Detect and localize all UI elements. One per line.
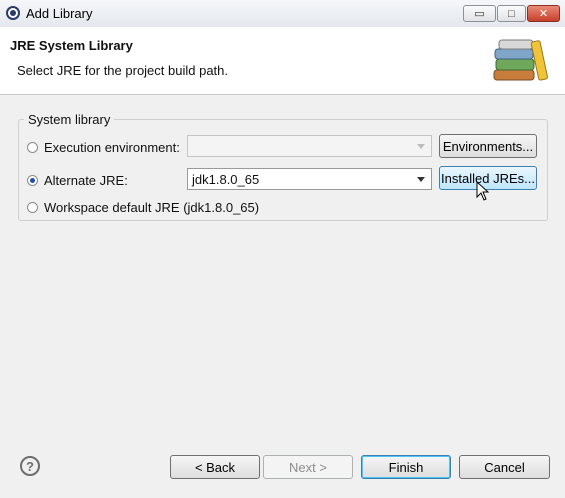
environments-button[interactable]: Environments... (439, 134, 537, 158)
page-title: JRE System Library (10, 38, 133, 53)
workspace-default-jre-radio[interactable] (27, 202, 38, 213)
execution-environment-select[interactable] (187, 135, 432, 157)
eclipse-icon (6, 6, 20, 20)
back-button[interactable]: < Back (170, 455, 260, 479)
workspace-default-jre-option[interactable]: Workspace default JRE (jdk1.8.0_65) (27, 200, 259, 215)
chevron-down-icon (417, 144, 425, 149)
window-title: Add Library (26, 6, 93, 21)
alternate-jre-value: jdk1.8.0_65 (192, 172, 260, 187)
maximize-button[interactable]: □ (497, 5, 526, 22)
close-icon: ✕ (538, 8, 549, 20)
system-library-label: System library (24, 112, 115, 127)
minimize-button[interactable]: ▭ (463, 5, 496, 22)
close-button[interactable]: ✕ (527, 5, 560, 22)
execution-environment-option[interactable]: Execution environment: (27, 140, 180, 155)
cancel-button[interactable]: Cancel (459, 455, 550, 479)
alternate-jre-option[interactable]: Alternate JRE: (27, 173, 128, 188)
chevron-down-icon (417, 177, 425, 182)
workspace-default-jre-label: Workspace default JRE (jdk1.8.0_65) (44, 200, 260, 215)
alternate-jre-label: Alternate JRE: (44, 173, 128, 188)
help-icon[interactable]: ? (20, 456, 40, 476)
next-button[interactable]: Next > (263, 455, 353, 479)
wizard-header: JRE System Library Select JRE for the pr… (0, 27, 565, 95)
execution-environment-radio[interactable] (27, 142, 38, 153)
minimize-icon: ▭ (474, 8, 485, 20)
finish-button[interactable]: Finish (361, 455, 451, 479)
title-bar: Add Library ▭ □ ✕ (0, 0, 565, 28)
alternate-jre-radio[interactable] (27, 175, 38, 186)
page-description: Select JRE for the project build path. (17, 63, 229, 78)
maximize-icon: □ (508, 7, 515, 20)
mouse-cursor-icon (476, 181, 490, 201)
execution-environment-label: Execution environment: (44, 140, 180, 155)
library-books-icon (493, 39, 548, 81)
alternate-jre-select[interactable]: jdk1.8.0_65 (187, 168, 432, 190)
